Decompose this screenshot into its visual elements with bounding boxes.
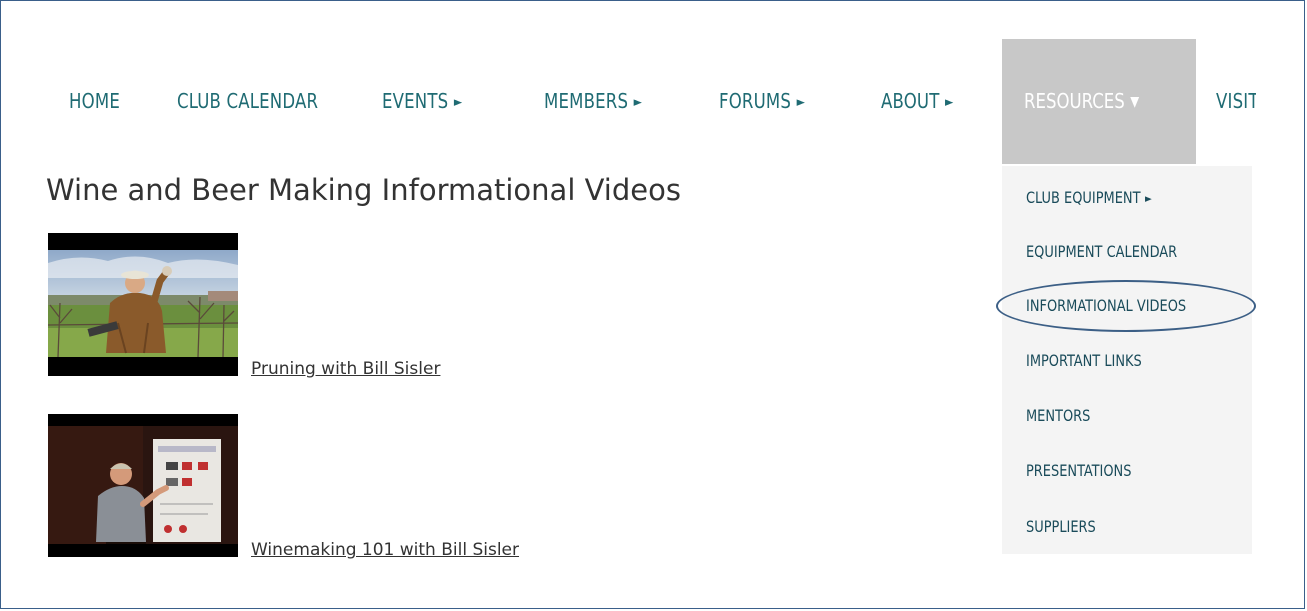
submenu-arrow-icon: ► bbox=[633, 95, 643, 110]
nav-item-members[interactable]: MEMBERS ► bbox=[544, 89, 642, 113]
dropdown-item-label: INFORMATIONAL VIDEOS bbox=[1026, 296, 1187, 315]
submenu-arrow-icon: ► bbox=[1144, 192, 1152, 205]
video-link-winemaking[interactable]: Winemaking 101 with Bill Sisler bbox=[251, 540, 519, 560]
nav-item-label: HOME bbox=[69, 89, 120, 113]
dropdown-item-label: EQUIPMENT CALENDAR bbox=[1026, 242, 1178, 261]
dropdown-item-mentors[interactable]: MENTORS bbox=[1026, 406, 1090, 425]
nav-item-resources[interactable]: RESOURCES ▼ bbox=[1002, 39, 1196, 164]
submenu-arrow-icon: ► bbox=[945, 95, 954, 110]
submenu-arrow-icon: ► bbox=[796, 95, 806, 110]
nav-item-label: MEMBERS bbox=[544, 89, 629, 113]
dropdown-item-club-equipment[interactable]: CLUB EQUIPMENT ► bbox=[1026, 188, 1152, 207]
video-thumbnail-pruning[interactable] bbox=[48, 233, 238, 376]
video-thumbnail-winemaking[interactable] bbox=[48, 414, 238, 557]
nav-item-events[interactable]: EVENTS ► bbox=[382, 89, 462, 113]
submenu-arrow-icon: ► bbox=[453, 95, 463, 110]
nav-item-visitors[interactable]: VISITORS bbox=[1216, 89, 1256, 119]
nav-item-label: VISITORS bbox=[1216, 89, 1256, 113]
dropdown-item-important-links[interactable]: IMPORTANT LINKS bbox=[1026, 351, 1142, 370]
video-thumbnail-image bbox=[48, 414, 238, 557]
page-frame: HOME CLUB CALENDAR EVENTS ► MEMBERS ► FORU… bbox=[0, 0, 1305, 609]
nav-item-label: CLUB CALENDAR bbox=[177, 89, 319, 113]
nav-item-about[interactable]: ABOUT ► bbox=[881, 89, 954, 113]
dropdown-item-label: SUPPLIERS bbox=[1026, 517, 1096, 536]
nav-item-label: EVENTS bbox=[382, 89, 449, 113]
chevron-down-icon: ▼ bbox=[1130, 94, 1140, 110]
dropdown-item-suppliers[interactable]: SUPPLIERS bbox=[1026, 517, 1096, 536]
page-title: Wine and Beer Making Informational Video… bbox=[46, 173, 681, 207]
nav-item-club-calendar[interactable]: CLUB CALENDAR bbox=[177, 89, 318, 113]
dropdown-item-informational-videos[interactable]: INFORMATIONAL VIDEOS bbox=[1026, 296, 1186, 315]
nav-item-label: FORUMS bbox=[719, 89, 792, 113]
dropdown-item-equipment-calendar[interactable]: EQUIPMENT CALENDAR bbox=[1026, 242, 1177, 261]
dropdown-item-presentations[interactable]: PRESENTATIONS bbox=[1026, 461, 1131, 480]
dropdown-item-label: MENTORS bbox=[1026, 406, 1091, 425]
dropdown-item-label: IMPORTANT LINKS bbox=[1026, 351, 1142, 370]
video-thumbnail-image bbox=[48, 233, 238, 376]
main-nav: HOME CLUB CALENDAR EVENTS ► MEMBERS ► FORU… bbox=[1, 1, 1304, 164]
dropdown-item-label: CLUB EQUIPMENT bbox=[1026, 188, 1141, 207]
dropdown-item-label: PRESENTATIONS bbox=[1026, 461, 1132, 480]
video-link-pruning[interactable]: Pruning with Bill Sisler bbox=[251, 359, 440, 379]
nav-item-label: RESOURCES bbox=[1024, 89, 1125, 113]
nav-item-forums[interactable]: FORUMS ► bbox=[719, 89, 805, 113]
resources-dropdown: CLUB EQUIPMENT ► EQUIPMENT CALENDAR INFOR… bbox=[1002, 166, 1252, 554]
nav-item-home[interactable]: HOME bbox=[69, 89, 120, 113]
nav-item-label: ABOUT bbox=[881, 89, 940, 113]
